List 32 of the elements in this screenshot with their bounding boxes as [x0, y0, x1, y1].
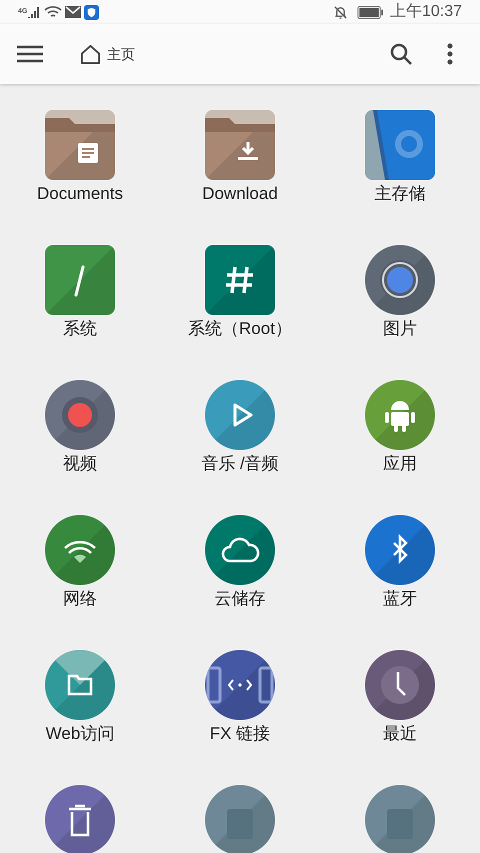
folder-document-icon[interactable] — [45, 110, 115, 180]
battery-icon — [356, 6, 384, 18]
more-icon — [447, 43, 453, 65]
bell-off-icon — [332, 4, 348, 20]
tile-label: FX 链接 — [210, 723, 270, 745]
tile-label: 应用 — [383, 453, 417, 475]
tile-label: 视频 — [63, 453, 97, 475]
tile-label: Documents — [37, 183, 123, 205]
clock-time: 上午10:37 — [390, 2, 462, 22]
hash-icon[interactable] — [205, 245, 275, 315]
tile-label: 系统 — [63, 318, 97, 340]
tile-label: 最近 — [383, 723, 417, 745]
tile-label: 云储存 — [214, 588, 266, 610]
tile-label: 网络 — [63, 588, 97, 610]
tile-label: 图片 — [383, 318, 417, 340]
home-breadcrumb[interactable]: 主页 — [80, 44, 135, 64]
tile-label: Web访问 — [46, 723, 114, 745]
shield-icon — [84, 4, 100, 20]
tile-label: 音乐 /音频 — [201, 453, 279, 475]
tile-label: 主存储 — [374, 183, 426, 205]
folder-download-icon[interactable] — [205, 110, 275, 180]
tile-label: 蓝牙 — [383, 588, 417, 610]
menu-icon — [17, 45, 43, 63]
tile-label: 系统（Root） — [188, 318, 292, 340]
wifi-icon — [44, 5, 62, 19]
home-icon — [80, 44, 101, 64]
tile-label: Download — [202, 183, 278, 205]
signal-icon — [27, 6, 42, 18]
mail-icon — [65, 6, 82, 18]
slash-icon[interactable] — [45, 245, 115, 315]
search-icon — [389, 42, 413, 66]
storage-icon[interactable] — [365, 110, 435, 180]
